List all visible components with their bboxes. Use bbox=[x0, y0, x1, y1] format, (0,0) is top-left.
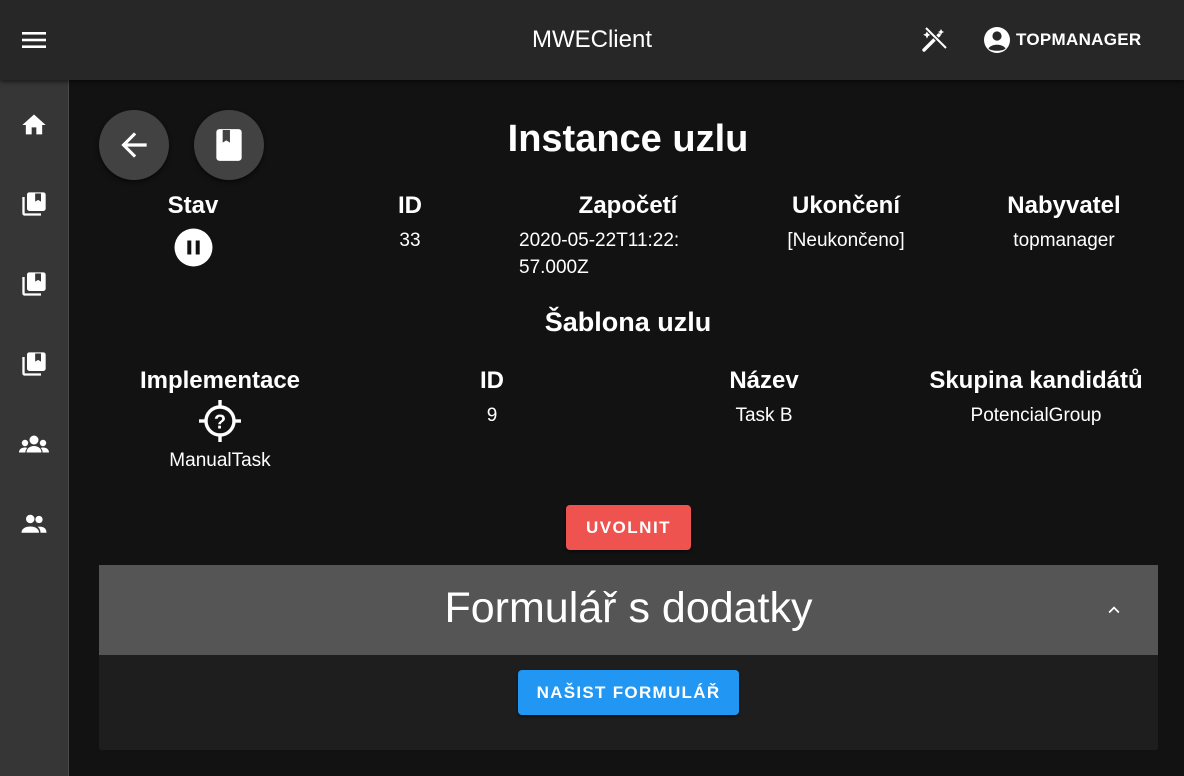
menu-button[interactable] bbox=[14, 20, 54, 60]
collapse-toggle[interactable] bbox=[1099, 595, 1129, 625]
state-header: Stav bbox=[167, 192, 219, 219]
sidebar-item-home[interactable] bbox=[14, 105, 54, 145]
form-panel-title: Formulář s dodatky bbox=[444, 584, 813, 632]
theme-toggle-button[interactable] bbox=[914, 20, 954, 60]
sidebar-item-library-2[interactable] bbox=[14, 264, 54, 304]
book-button[interactable] bbox=[194, 110, 264, 180]
library-books-icon bbox=[22, 272, 46, 296]
arrow-left-icon bbox=[121, 132, 147, 158]
template-title: Šablona uzlu bbox=[544, 307, 712, 337]
svg-text:?: ? bbox=[214, 412, 226, 434]
account-circle-icon bbox=[984, 27, 1010, 53]
help-target-icon: ? bbox=[199, 400, 241, 442]
sidebar-item-people[interactable] bbox=[14, 504, 54, 544]
assignee-value: topmanager bbox=[1013, 230, 1115, 251]
start-value: 2020-05-22T11:22:57.000Z bbox=[519, 230, 680, 278]
book-icon bbox=[216, 129, 242, 161]
groups-icon bbox=[19, 435, 49, 453]
instance-id-header: ID bbox=[398, 192, 422, 219]
home-icon bbox=[22, 114, 46, 135]
menu-icon bbox=[22, 32, 46, 48]
form-panel: Formulář s dodatky NAŠIST FORMULÁŘ bbox=[99, 565, 1158, 750]
theme-toggle-icon bbox=[922, 26, 948, 52]
state-indicator bbox=[174, 228, 213, 267]
people-icon bbox=[21, 514, 47, 533]
app-bar: MWEClient TOPMANAGER bbox=[0, 0, 1184, 80]
sidebar-item-library-3[interactable] bbox=[14, 344, 54, 384]
implementation-indicator: ? bbox=[198, 399, 242, 443]
sidebar-item-library-1[interactable] bbox=[14, 184, 54, 224]
start-header: Započetí bbox=[578, 192, 678, 219]
release-button[interactable]: UVOLNIT bbox=[566, 505, 691, 550]
sidebar-item-groups[interactable] bbox=[14, 425, 54, 465]
name-header: Název bbox=[729, 367, 799, 394]
chevron-up-icon bbox=[1108, 606, 1120, 614]
end-value: [Neukončeno] bbox=[787, 230, 905, 251]
implementation-value: ManualTask bbox=[169, 450, 271, 471]
group-header: Skupina kandidátů bbox=[929, 367, 1143, 394]
group-value: PotencialGroup bbox=[970, 405, 1102, 426]
end-header: Ukončení bbox=[791, 192, 901, 219]
template-id-header: ID bbox=[480, 367, 504, 394]
implementation-header: Implementace bbox=[139, 367, 301, 394]
instance-id-value: 33 bbox=[399, 230, 421, 251]
library-books-icon bbox=[22, 192, 46, 216]
load-form-button[interactable]: NAŠIST FORMULÁŘ bbox=[518, 670, 739, 715]
assignee-header: Nabyvatel bbox=[1007, 192, 1121, 219]
pause-circle-icon bbox=[174, 228, 213, 267]
sidebar bbox=[0, 80, 69, 776]
instance-title: Instance uzlu bbox=[507, 118, 749, 160]
template-id-value: 9 bbox=[486, 405, 498, 426]
user-name: TOPMANAGER bbox=[1016, 30, 1142, 49]
library-books-icon bbox=[22, 352, 46, 376]
name-value: Task B bbox=[735, 405, 793, 426]
back-button[interactable] bbox=[99, 110, 169, 180]
form-panel-header[interactable]: Formulář s dodatky bbox=[99, 565, 1158, 655]
user-menu-button[interactable]: TOPMANAGER bbox=[980, 20, 1141, 60]
